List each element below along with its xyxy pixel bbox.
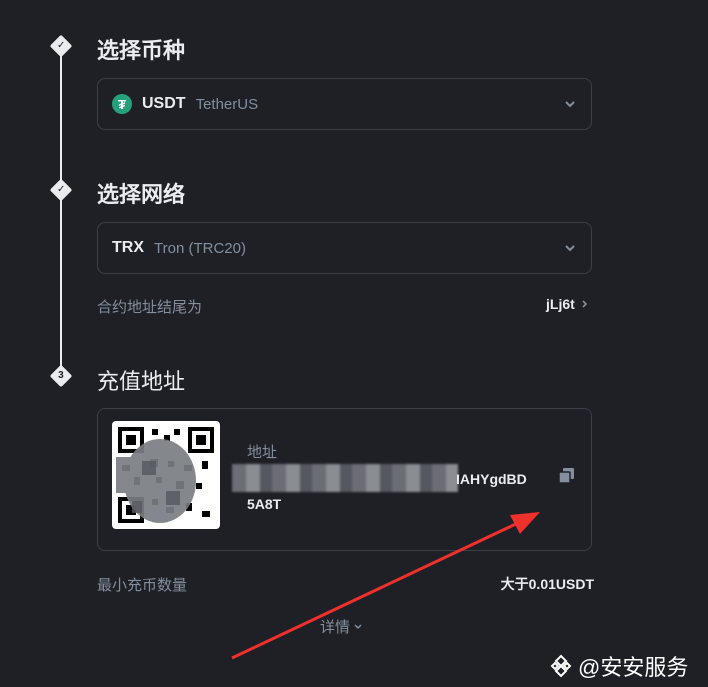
binance-logo-icon	[550, 654, 572, 678]
watermark: @安安服务	[548, 650, 688, 682]
watermark-text: @安安服务	[578, 655, 689, 680]
annotation-arrow	[231, 512, 540, 660]
